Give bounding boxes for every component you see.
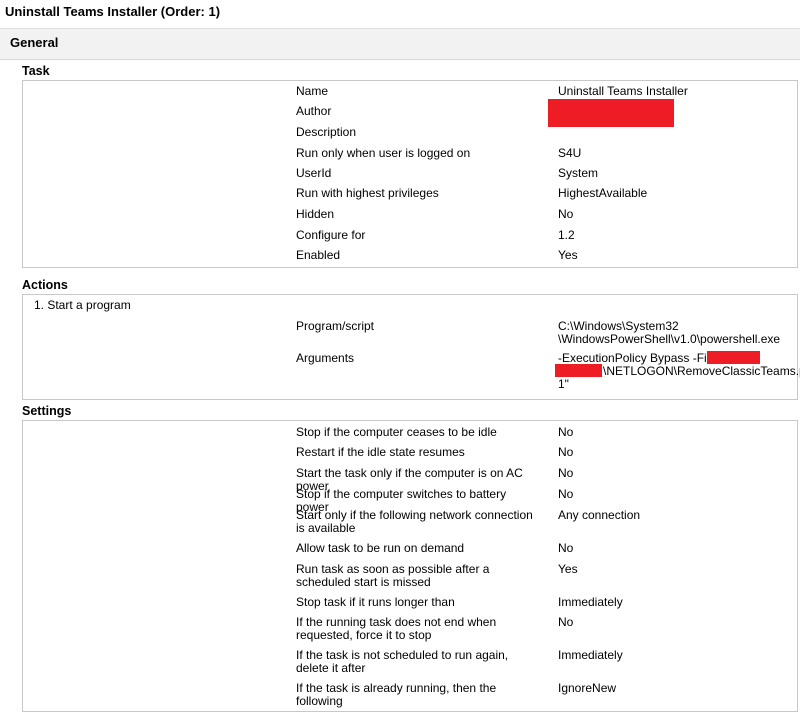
actions-section-body: 1. Start a program Program/script C:\Win… bbox=[22, 295, 800, 400]
actions-section-header[interactable]: Actions bbox=[22, 278, 798, 295]
task-key: Run only when user is logged on bbox=[296, 146, 471, 160]
settings-section-label: Settings bbox=[22, 404, 72, 418]
task-key: UserId bbox=[296, 166, 332, 180]
settings-value: No bbox=[558, 615, 574, 629]
general-header[interactable]: General bbox=[0, 29, 800, 60]
general-label: General bbox=[10, 35, 59, 50]
settings-key: Restart if the idle state resumes bbox=[296, 445, 465, 459]
action-value: C:\Windows\System32 \WindowsPowerShell\v… bbox=[558, 319, 781, 346]
settings-value: IgnoreNew bbox=[558, 681, 617, 695]
settings-value: No bbox=[558, 425, 574, 439]
task-key: Run with highest privileges bbox=[296, 186, 439, 200]
action-key: Program/script bbox=[296, 319, 375, 333]
action-item-label: 1. Start a program bbox=[34, 298, 131, 312]
task-value: S4U bbox=[558, 146, 582, 160]
task-key: Description bbox=[296, 125, 357, 139]
task-key: Name bbox=[296, 84, 329, 98]
settings-key: Allow task to be run on demand bbox=[296, 541, 465, 555]
settings-key: If the task is already running, then the… bbox=[296, 681, 497, 708]
task-value: System bbox=[558, 166, 599, 180]
settings-value: No bbox=[558, 445, 574, 459]
settings-key: Start only if the following network conn… bbox=[296, 508, 533, 535]
settings-value: No bbox=[558, 466, 574, 480]
task-section-label: Task bbox=[22, 64, 50, 78]
settings-value: No bbox=[558, 487, 574, 501]
redacted-server-1 bbox=[707, 351, 760, 364]
window-title: Uninstall Teams Installer (Order: 1) bbox=[5, 4, 221, 19]
settings-key: Run task as soon as possible after a sch… bbox=[296, 562, 490, 589]
task-section-header[interactable]: Task bbox=[22, 64, 798, 81]
settings-value: Immediately bbox=[558, 648, 623, 662]
task-key: Configure for bbox=[296, 228, 366, 242]
settings-key: If the task is not scheduled to run agai… bbox=[296, 648, 509, 675]
window-title-bar: Uninstall Teams Installer (Order: 1) bbox=[0, 0, 800, 29]
task-key: Enabled bbox=[296, 248, 341, 262]
task-key: Author bbox=[296, 104, 332, 118]
action-key: Arguments bbox=[296, 351, 355, 365]
redacted-server-2 bbox=[555, 364, 602, 377]
redacted-author bbox=[548, 99, 674, 127]
settings-value: Immediately bbox=[558, 595, 623, 609]
task-value: No bbox=[558, 207, 574, 221]
settings-section-body: Stop if the computer ceases to be idle N… bbox=[22, 421, 798, 712]
task-value: 1.2 bbox=[558, 228, 575, 242]
settings-value: Any connection bbox=[558, 508, 641, 522]
task-section-body: Name Uninstall Teams Installer Author De… bbox=[22, 81, 798, 268]
settings-key: Stop task if it runs longer than bbox=[296, 595, 455, 609]
task-value: Yes bbox=[558, 248, 578, 262]
actions-section-label: Actions bbox=[22, 278, 68, 292]
task-key: Hidden bbox=[296, 207, 335, 221]
settings-key: Stop if the computer ceases to be idle bbox=[296, 425, 497, 439]
settings-value: Yes bbox=[558, 562, 578, 576]
action-value-line3: 1" bbox=[558, 377, 569, 391]
settings-value: No bbox=[558, 541, 574, 555]
action-value-line2: \NETLOGON\RemoveClassicTeams.ps bbox=[603, 364, 800, 378]
task-value: HighestAvailable bbox=[558, 186, 648, 200]
settings-key: If the running task does not end when re… bbox=[296, 615, 497, 642]
task-value: Uninstall Teams Installer bbox=[558, 84, 688, 98]
settings-section-header[interactable]: Settings bbox=[22, 404, 798, 421]
